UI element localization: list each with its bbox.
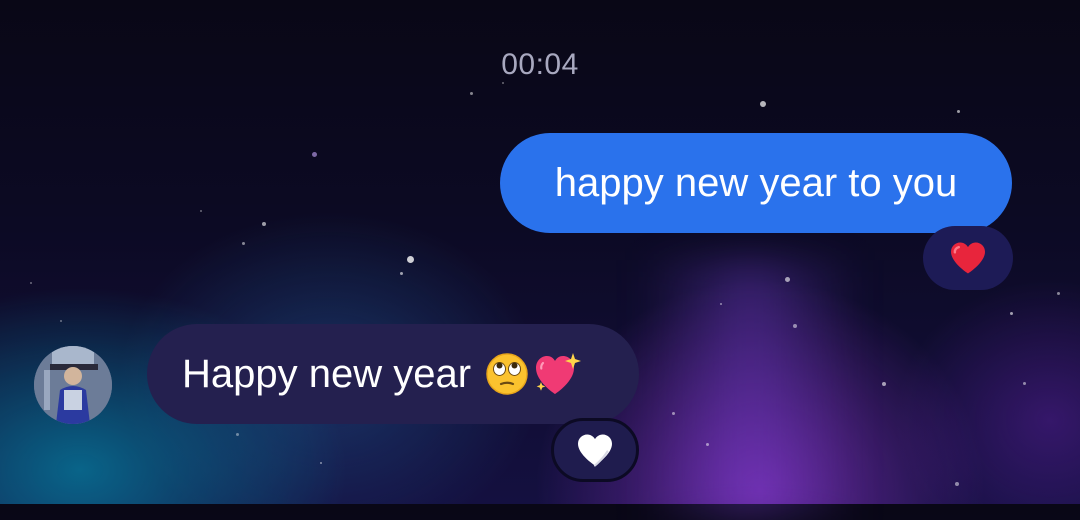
incoming-message-reaction[interactable]	[551, 418, 639, 482]
incoming-message-bubble[interactable]: Happy new year	[147, 324, 639, 424]
incoming-message-text: Happy new year	[182, 351, 472, 396]
sparkling-heart-icon	[536, 353, 582, 394]
outgoing-message-bubble[interactable]: happy new year to you	[500, 133, 1012, 233]
incoming-message-emojis	[485, 352, 582, 396]
message-timestamp: 00:04	[501, 48, 579, 81]
outgoing-message-text: happy new year to you	[554, 160, 958, 205]
red-heart-icon	[951, 242, 985, 274]
outgoing-message-reaction[interactable]	[923, 226, 1013, 290]
face-with-rolling-eyes-icon	[486, 353, 528, 395]
avatar-photo	[34, 346, 112, 424]
white-heart-icon	[578, 434, 612, 467]
contact-avatar[interactable]	[34, 346, 112, 424]
